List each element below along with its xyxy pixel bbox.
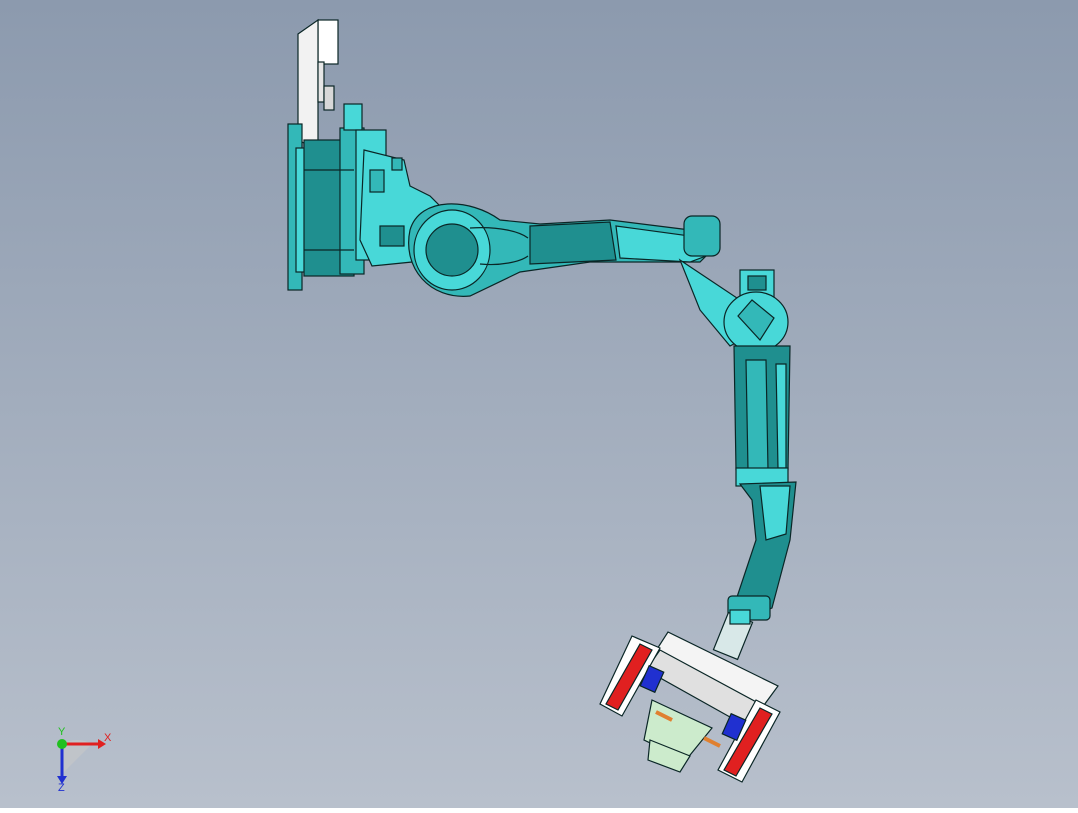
coordinate-triad: X Y Z (44, 726, 124, 796)
cad-viewport[interactable]: X Y Z (0, 0, 1078, 808)
viewport-background (0, 0, 1078, 808)
y-axis-label: Y (58, 726, 66, 738)
y-axis-icon (57, 739, 67, 749)
z-axis-label: Z (58, 782, 65, 794)
robot-model-canvas[interactable] (0, 0, 1078, 808)
robot-forearm[interactable] (733, 345, 791, 487)
x-axis-label: X (104, 732, 112, 744)
